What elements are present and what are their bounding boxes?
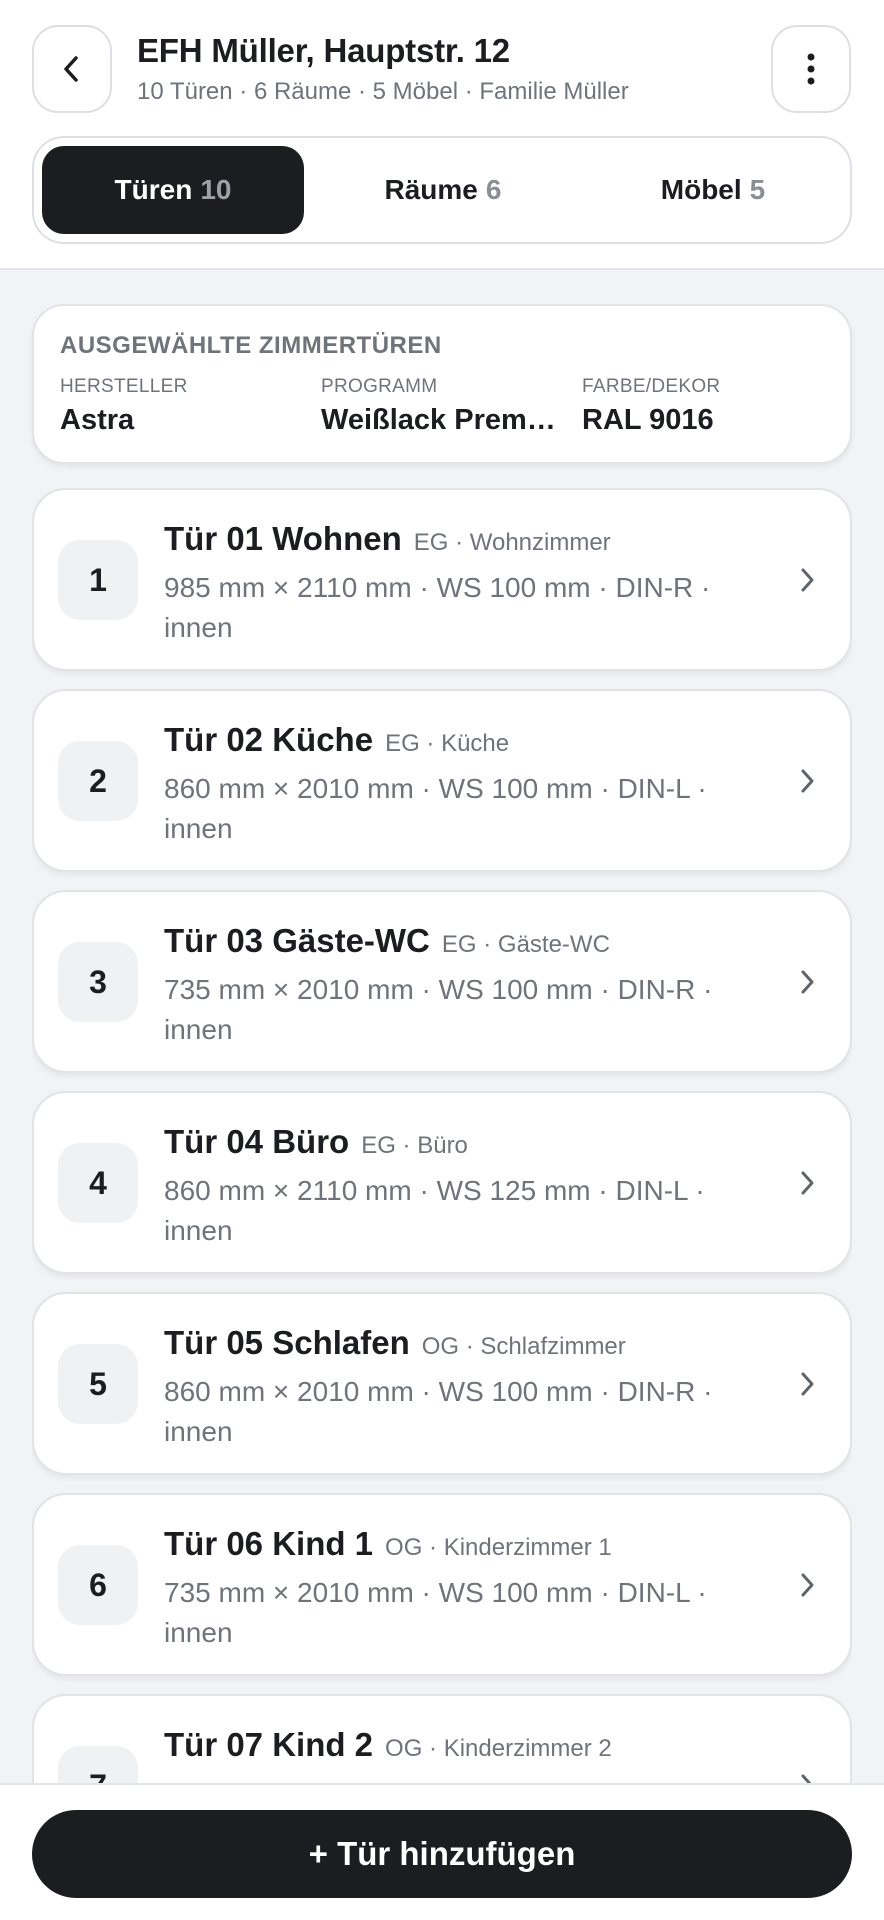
door-name: Tür 03 Gäste-WC xyxy=(164,922,430,959)
door-number: 3 xyxy=(58,942,138,1022)
door-heading: Tür 05 Schlafen OG · Schlafzimmer xyxy=(164,1324,626,1362)
door-card[interactable]: 3 Tür 03 Gäste-WC EG · Gäste-WC 735 mm × … xyxy=(32,890,852,1073)
door-specs: 735 mm × 2010 mm · WS 100 mm · DIN-R · i… xyxy=(164,974,713,1045)
project-title: EFH Müller, Hauptstr. 12 xyxy=(137,32,510,69)
door-name: Tür 07 Kind 2 xyxy=(164,1726,374,1763)
selected-doors-summary[interactable]: AUSGEWÄHLTE ZIMMERTÜREN HERSTELLER Astra… xyxy=(32,304,852,464)
door-heading: Tür 03 Gäste-WC EG · Gäste-WC xyxy=(164,922,610,960)
door-name: Tür 01 Wohnen xyxy=(164,520,402,557)
bottom-action-bar: + Tür hinzufügen xyxy=(0,1783,884,1920)
back-button[interactable] xyxy=(32,25,112,113)
tab-label: Möbel xyxy=(660,174,742,205)
chevron-right-icon xyxy=(792,1570,822,1600)
door-location: OG · Kinderzimmer 1 xyxy=(385,1534,612,1561)
door-specs: 860 mm × 2010 mm · WS 100 mm · DIN-L · i… xyxy=(164,773,707,844)
door-number: 7 xyxy=(58,1746,138,1783)
door-specs: 985 mm × 2110 mm · WS 100 mm · DIN-R · i… xyxy=(164,572,711,643)
door-card[interactable]: 7 Tür 07 Kind 2 OG · Kinderzimmer 2 xyxy=(32,1694,852,1783)
door-heading: Tür 04 Büro EG · Büro xyxy=(164,1123,468,1161)
summary-program: PROGRAMM Weißlack Premium xyxy=(321,376,561,437)
tab-count: 5 xyxy=(749,174,766,205)
summary-label: FARBE/DEKOR xyxy=(582,376,721,397)
tab-raeume[interactable]: Räume 6 xyxy=(312,146,574,234)
door-card[interactable]: 2 Tür 02 Küche EG · Küche 860 mm × 2010 m… xyxy=(32,689,852,872)
tab-label: Türen xyxy=(114,174,193,205)
door-number: 5 xyxy=(58,1344,138,1424)
chevron-right-icon xyxy=(792,766,822,796)
chevron-right-icon xyxy=(792,1168,822,1198)
door-location: OG · Schlafzimmer xyxy=(421,1333,626,1360)
door-specs: 735 mm × 2010 mm · WS 100 mm · DIN-L · i… xyxy=(164,1577,707,1648)
door-heading: Tür 07 Kind 2 OG · Kinderzimmer 2 xyxy=(164,1726,612,1764)
project-subtitle: 10 Türen · 6 Räume · 5 Möbel · Familie M… xyxy=(137,78,629,105)
chevron-right-icon xyxy=(792,1369,822,1399)
summary-manufacturer: HERSTELLER Astra xyxy=(60,376,300,437)
more-options-button[interactable] xyxy=(771,25,851,113)
app-header: EFH Müller, Hauptstr. 12 10 Türen · 6 Rä… xyxy=(0,0,884,270)
summary-value: RAL 9016 xyxy=(582,404,714,436)
door-card[interactable]: 1 Tür 01 Wohnen EG · Wohnzimmer 985 mm × … xyxy=(32,488,852,671)
door-heading: Tür 02 Küche EG · Küche xyxy=(164,721,509,759)
tab-count: 10 xyxy=(200,174,232,205)
door-name: Tür 05 Schlafen xyxy=(164,1324,410,1361)
summary-title: AUSGEWÄHLTE ZIMMERTÜREN xyxy=(60,332,442,359)
door-number: 6 xyxy=(58,1545,138,1625)
summary-color: FARBE/DEKOR RAL 9016 xyxy=(582,376,822,437)
door-location: EG · Wohnzimmer xyxy=(413,529,611,556)
door-location: EG · Büro xyxy=(361,1132,468,1159)
door-heading: Tür 01 Wohnen EG · Wohnzimmer xyxy=(164,520,611,558)
door-card[interactable]: 5 Tür 05 Schlafen OG · Schlafzimmer 860 m… xyxy=(32,1292,852,1475)
category-tabs: Türen 10 Räume 6 Möbel 5 xyxy=(32,136,852,244)
summary-label: PROGRAMM xyxy=(321,376,438,397)
door-number: 1 xyxy=(58,540,138,620)
door-name: Tür 06 Kind 1 xyxy=(164,1525,374,1562)
door-specs: 860 mm × 2010 mm · WS 100 mm · DIN-R · i… xyxy=(164,1376,713,1447)
door-location: EG · Gäste-WC xyxy=(441,931,610,958)
chevron-left-icon xyxy=(64,56,78,82)
tab-count: 6 xyxy=(485,174,502,205)
tab-tueren[interactable]: Türen 10 xyxy=(42,146,304,234)
door-name: Tür 02 Küche xyxy=(164,721,374,758)
door-heading: Tür 06 Kind 1 OG · Kinderzimmer 1 xyxy=(164,1525,612,1563)
door-location: EG · Küche xyxy=(385,730,510,757)
door-number: 2 xyxy=(58,741,138,821)
door-specs: 860 mm × 2110 mm · WS 125 mm · DIN-L · i… xyxy=(164,1175,705,1246)
add-door-button[interactable]: + Tür hinzufügen xyxy=(32,1810,852,1898)
chevron-right-icon xyxy=(792,565,822,595)
chevron-right-icon xyxy=(792,1771,822,1783)
summary-label: HERSTELLER xyxy=(60,376,188,397)
tab-label: Räume xyxy=(384,174,478,205)
chevron-right-icon xyxy=(792,967,822,997)
tab-moebel[interactable]: Möbel 5 xyxy=(582,146,844,234)
door-name: Tür 04 Büro xyxy=(164,1123,350,1160)
door-card[interactable]: 6 Tür 06 Kind 1 OG · Kinderzimmer 1 735 m… xyxy=(32,1493,852,1676)
summary-value: Weißlack Premium xyxy=(321,404,561,436)
door-list[interactable]: 1 Tür 01 Wohnen EG · Wohnzimmer 985 mm × … xyxy=(32,488,852,1783)
door-location: OG · Kinderzimmer 2 xyxy=(385,1735,612,1762)
door-number: 4 xyxy=(58,1143,138,1223)
door-card[interactable]: 4 Tür 04 Büro EG · Büro 860 mm × 2110 mm … xyxy=(32,1091,852,1274)
summary-value: Astra xyxy=(60,404,135,436)
more-vertical-icon xyxy=(807,53,815,85)
